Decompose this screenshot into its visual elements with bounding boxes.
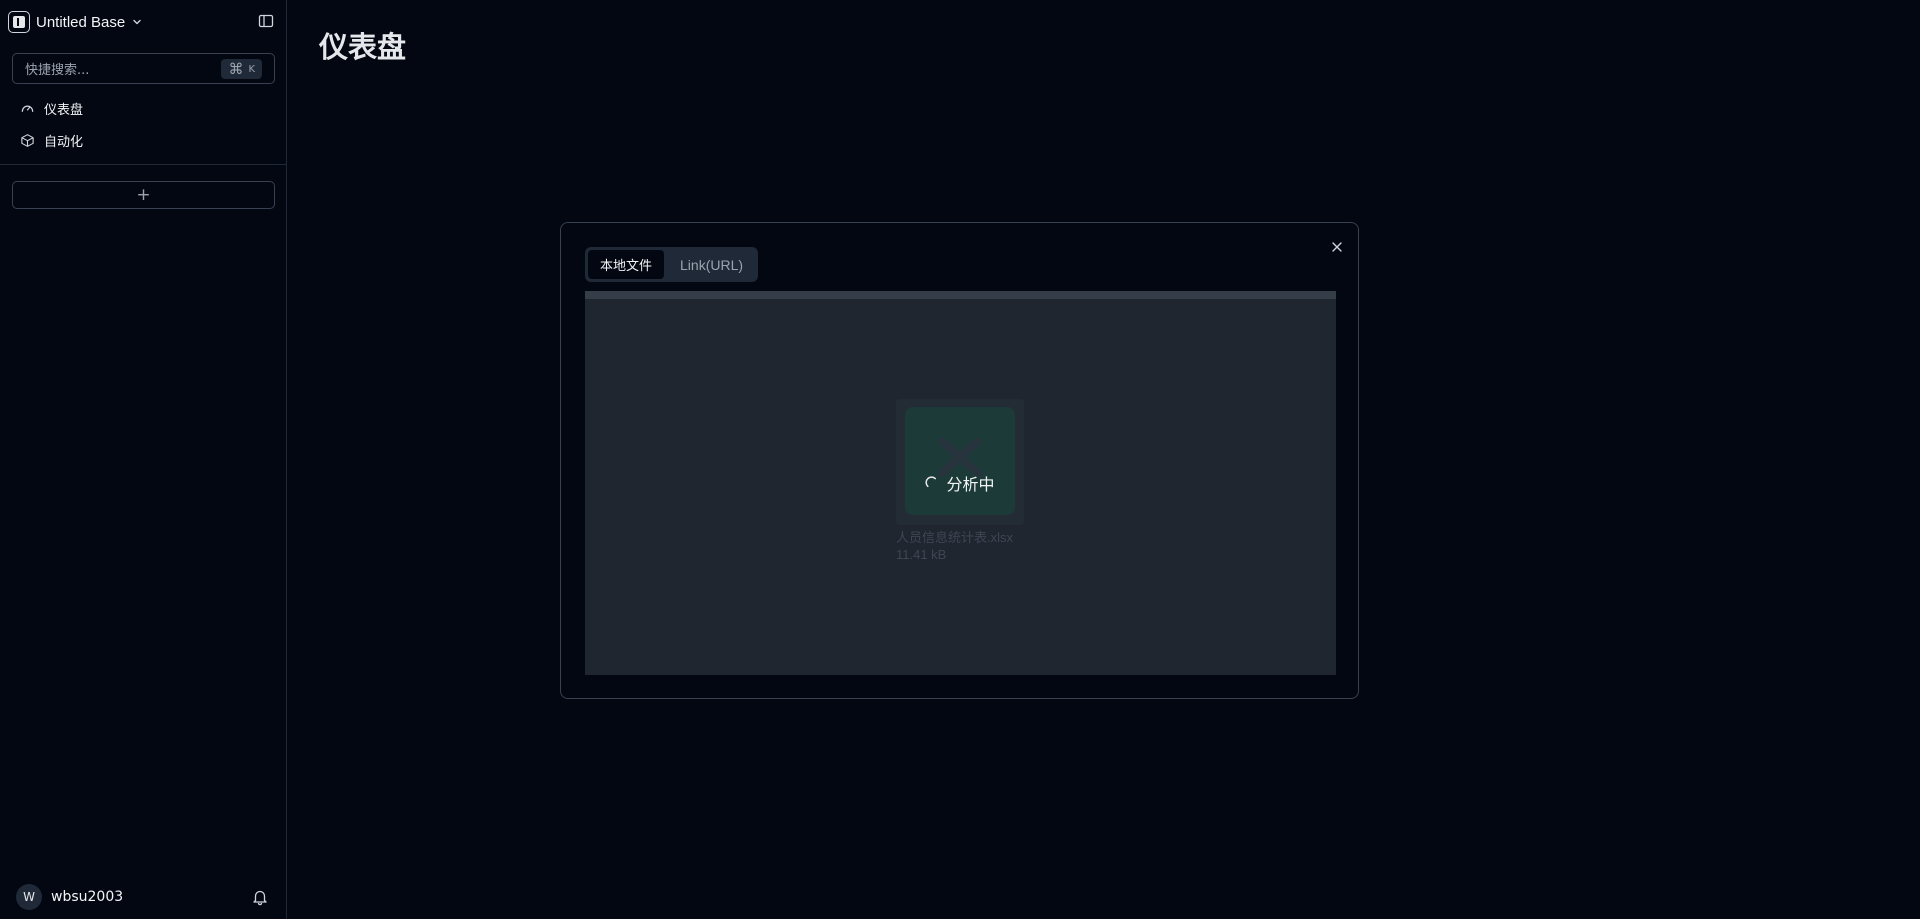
sidebar-item-dashboard[interactable]: 仪表盘 [20,98,83,118]
avatar: W [16,884,42,910]
excel-file-thumbnail: 分析中 [905,407,1015,515]
close-icon[interactable] [1329,239,1345,255]
import-dialog: 本地文件 Link(URL) 分析中 人员信息统计表.xlsx 11.41 kB [560,222,1359,699]
k-key: K [248,63,255,75]
sidebar-item-label: 自动化 [44,134,84,150]
file-name: 人员信息统计表.xlsx [896,530,1014,545]
gauge-icon [21,105,34,112]
teable-logo-icon [8,11,30,33]
app: Untitled Base 快捷搜索... ⌘ K 仪表盘 自动化 + W wb… [0,0,1920,919]
search-placeholder: 快捷搜索... [25,63,90,78]
upload-progress-fill [585,291,1336,299]
page-title: 仪表盘 [319,30,407,64]
analyzing-status: 分析中 [905,471,1015,495]
file-preview-card: 分析中 [896,399,1024,525]
tab-local-file[interactable]: 本地文件 [588,250,665,279]
sidebar: Untitled Base 快捷搜索... ⌘ K 仪表盘 自动化 + W wb… [0,0,287,919]
sidebar-item-label: 仪表盘 [44,102,84,118]
loading-spinner-icon [925,475,937,487]
analyzing-label: 分析中 [946,475,995,494]
base-switcher[interactable]: Untitled Base [8,10,143,34]
search-input[interactable]: 快捷搜索... ⌘ K [12,53,275,84]
chevron-down-icon [133,19,141,25]
import-source-tabs: 本地文件 Link(URL) [585,247,759,282]
sidebar-item-automation[interactable]: 自动化 [20,130,83,150]
tab-link-url[interactable]: Link(URL) [668,250,755,279]
upload-progress-bar [585,291,1336,299]
box-icon [21,133,34,147]
command-key: ⌘ [228,60,244,78]
base-title: Untitled Base [36,13,126,31]
user-menu[interactable]: W wbsu2003 [16,884,123,910]
file-size: 11.41 kB [896,547,947,562]
add-table-button[interactable]: + [12,181,275,209]
bell-icon[interactable] [251,888,269,906]
file-dropzone[interactable]: 分析中 人员信息统计表.xlsx 11.41 kB [585,291,1336,675]
username: wbsu2003 [51,889,124,905]
sidebar-collapse-icon[interactable] [258,13,274,29]
sidebar-divider [0,164,287,165]
search-shortcut-badge: ⌘ K [221,59,262,79]
